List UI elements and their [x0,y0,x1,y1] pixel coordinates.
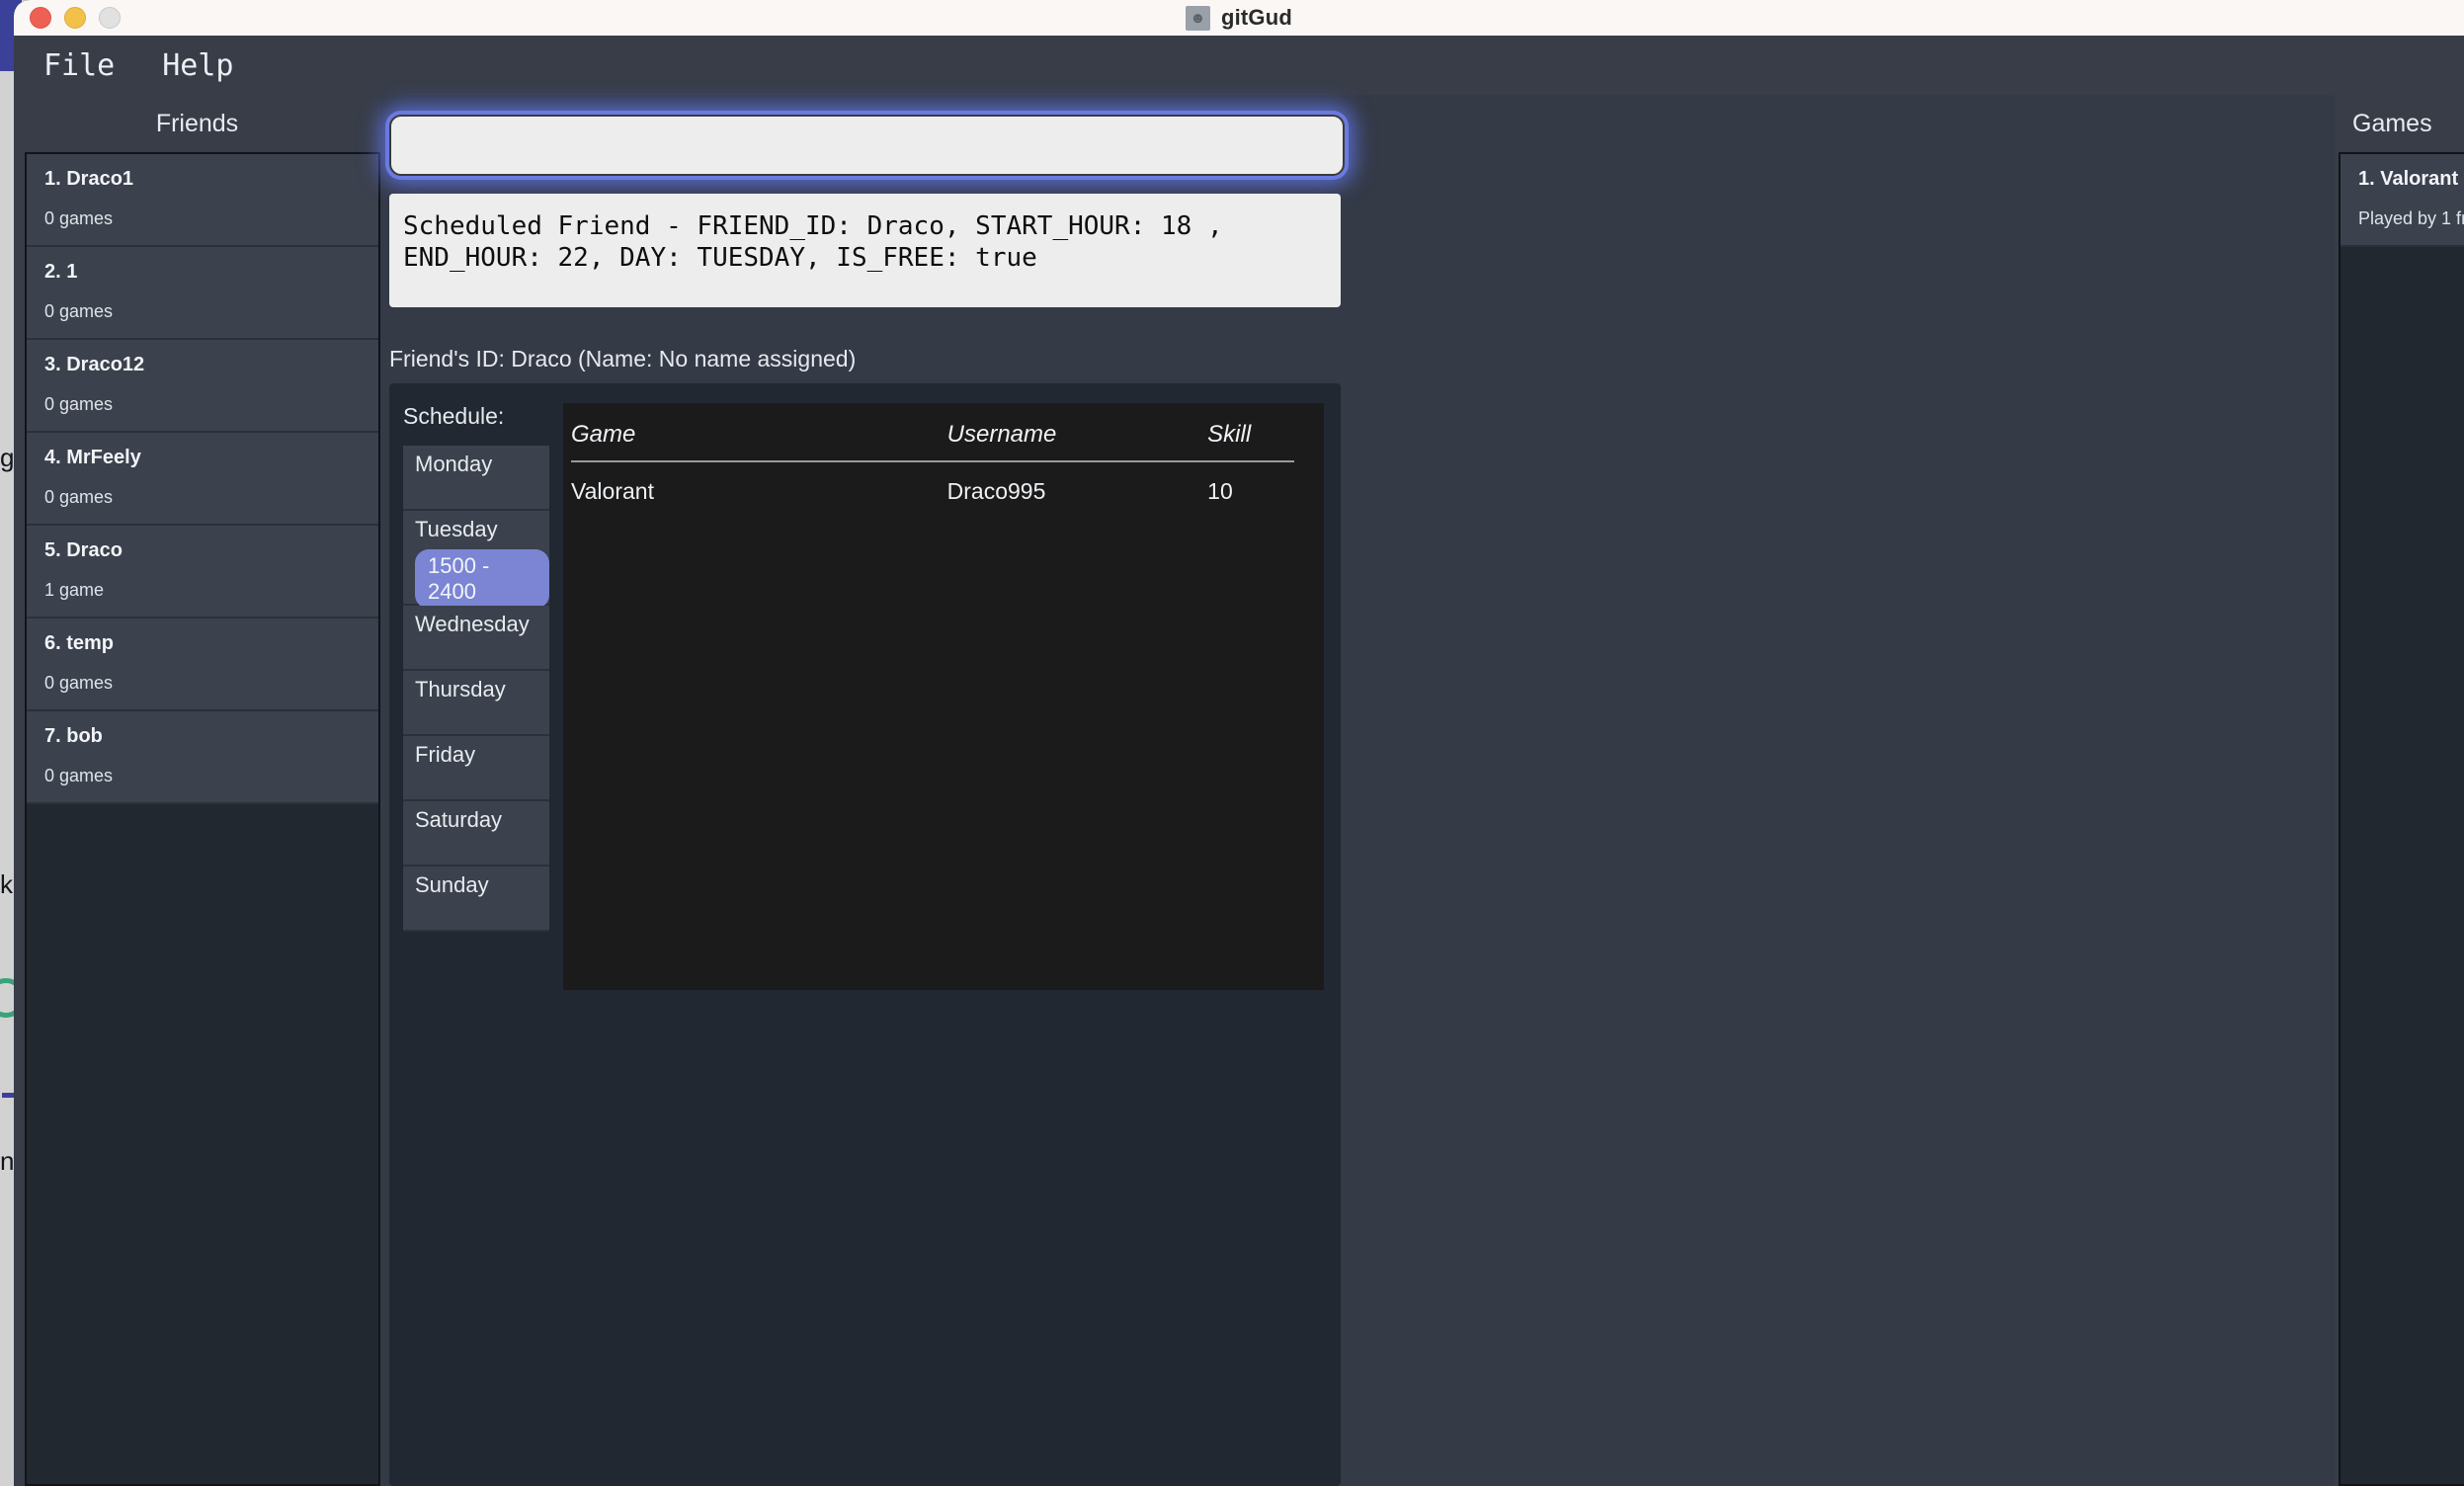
game-friend-count: Played by 1 friend [2358,208,2464,229]
friend-game-count: 0 games [44,394,361,415]
friend-name: 2. 1 [44,261,361,284]
friend-game-count: 0 games [44,487,361,508]
menu-bar: File Help [14,36,2464,95]
friend-name: 4. MrFeely [44,447,361,469]
schedule-day-tuesday[interactable]: Tuesday 1500 - 2400 [403,511,549,606]
window-titlebar: ☻ gitGud [14,0,2464,36]
schedule-day-wednesday[interactable]: Wednesday [403,606,549,671]
friend-name: 7. bob [44,725,361,748]
output-box: Scheduled Friend - FRIEND_ID: Draco, STA… [389,194,1341,307]
list-item[interactable]: 4. MrFeely 0 games [27,433,378,526]
friend-game-count: 1 game [44,580,361,601]
close-button[interactable] [30,7,51,29]
day-label: Friday [415,742,549,768]
window-title: gitGud [1221,5,1292,31]
friend-name: 5. Draco [44,539,361,562]
command-input[interactable] [389,115,1345,176]
game-name: 1. Valorant [2358,168,2464,191]
list-item[interactable]: 1. Valorant Played by 1 friend [2341,154,2464,247]
schedule-heading: Schedule: [403,403,549,430]
time-slot-badge[interactable]: 1500 - 2400 [415,549,549,609]
cell-skill: 10 [1207,461,1294,505]
command-input-wrapper [389,115,1345,176]
games-table-head: Game Username Skill [571,421,1294,461]
day-label: Monday [415,452,549,477]
behind-blue-tick [2,1093,14,1098]
friends-panel: Friends 1. Draco1 0 games 2. 1 0 games 3… [14,95,380,1486]
schedule-day-sunday[interactable]: Sunday [403,867,549,932]
schedule-day-column: Schedule: Monday Tuesday 1500 - 2400 Wed… [403,403,549,932]
schedule-panel: Schedule: Monday Tuesday 1500 - 2400 Wed… [389,383,1341,1486]
friend-game-count: 0 games [44,208,361,229]
list-item[interactable]: 1. Draco1 0 games [27,154,378,247]
table-header-row: Game Username Skill [571,421,1294,461]
schedule-day-monday[interactable]: Monday [403,446,549,511]
friend-id-label: Friend's ID: Draco (Name: No name assign… [389,346,856,372]
window-controls[interactable] [30,7,121,29]
column-header-game: Game [571,421,947,461]
app-icon: ☻ [1186,6,1210,31]
schedule-day-thursday[interactable]: Thursday [403,671,549,736]
list-item[interactable]: 3. Draco12 0 games [27,340,378,433]
column-header-skill: Skill [1207,421,1294,461]
games-panel-title: Games [2335,95,2464,152]
friend-game-count: 0 games [44,673,361,694]
window-body: Friends 1. Draco1 0 games 2. 1 0 games 3… [14,95,2464,1486]
cell-username: Draco995 [947,461,1208,505]
friends-panel-title: Friends [14,95,380,152]
games-panel: Games 1. Valorant Played by 1 friend [2335,95,2464,1486]
day-label: Wednesday [415,612,549,637]
friend-name: 6. temp [44,632,361,655]
list-item[interactable]: 2. 1 0 games [27,247,378,340]
app-window: ☻ gitGud File Help Friends 1. Draco1 0 g… [14,0,2464,1486]
maximize-button[interactable] [99,7,121,29]
list-item[interactable]: 7. bob 0 games [27,711,378,804]
friend-game-count: 0 games [44,766,361,786]
list-item[interactable]: 5. Draco 1 game [27,526,378,619]
friend-game-count: 0 games [44,301,361,322]
output-text: Scheduled Friend - FRIEND_ID: Draco, STA… [403,211,1327,274]
menu-file[interactable]: File [38,46,121,85]
list-item[interactable]: 6. temp 0 games [27,619,378,711]
minimize-button[interactable] [64,7,86,29]
day-label: Tuesday [415,517,549,542]
day-label: Thursday [415,677,549,702]
day-label: Sunday [415,872,549,898]
games-table-body: Valorant Draco995 10 [571,461,1294,505]
cell-game: Valorant [571,461,947,505]
friend-name: 1. Draco1 [44,168,361,191]
table-row[interactable]: Valorant Draco995 10 [571,461,1294,505]
menu-help[interactable]: Help [156,46,239,85]
main-content: Scheduled Friend - FRIEND_ID: Draco, STA… [380,95,2335,1486]
column-header-username: Username [947,421,1208,461]
games-table-element: Game Username Skill Valorant Draco995 10 [571,421,1294,505]
schedule-day-friday[interactable]: Friday [403,736,549,801]
games-list[interactable]: 1. Valorant Played by 1 friend [2339,152,2464,1486]
schedule-day-saturday[interactable]: Saturday [403,801,549,867]
friend-name: 3. Draco12 [44,354,361,376]
window-title-group: ☻ gitGud [14,5,2464,31]
day-label: Saturday [415,807,549,833]
friends-list[interactable]: 1. Draco1 0 games 2. 1 0 games 3. Draco1… [25,152,380,1486]
games-table: Game Username Skill Valorant Draco995 10 [563,403,1324,990]
